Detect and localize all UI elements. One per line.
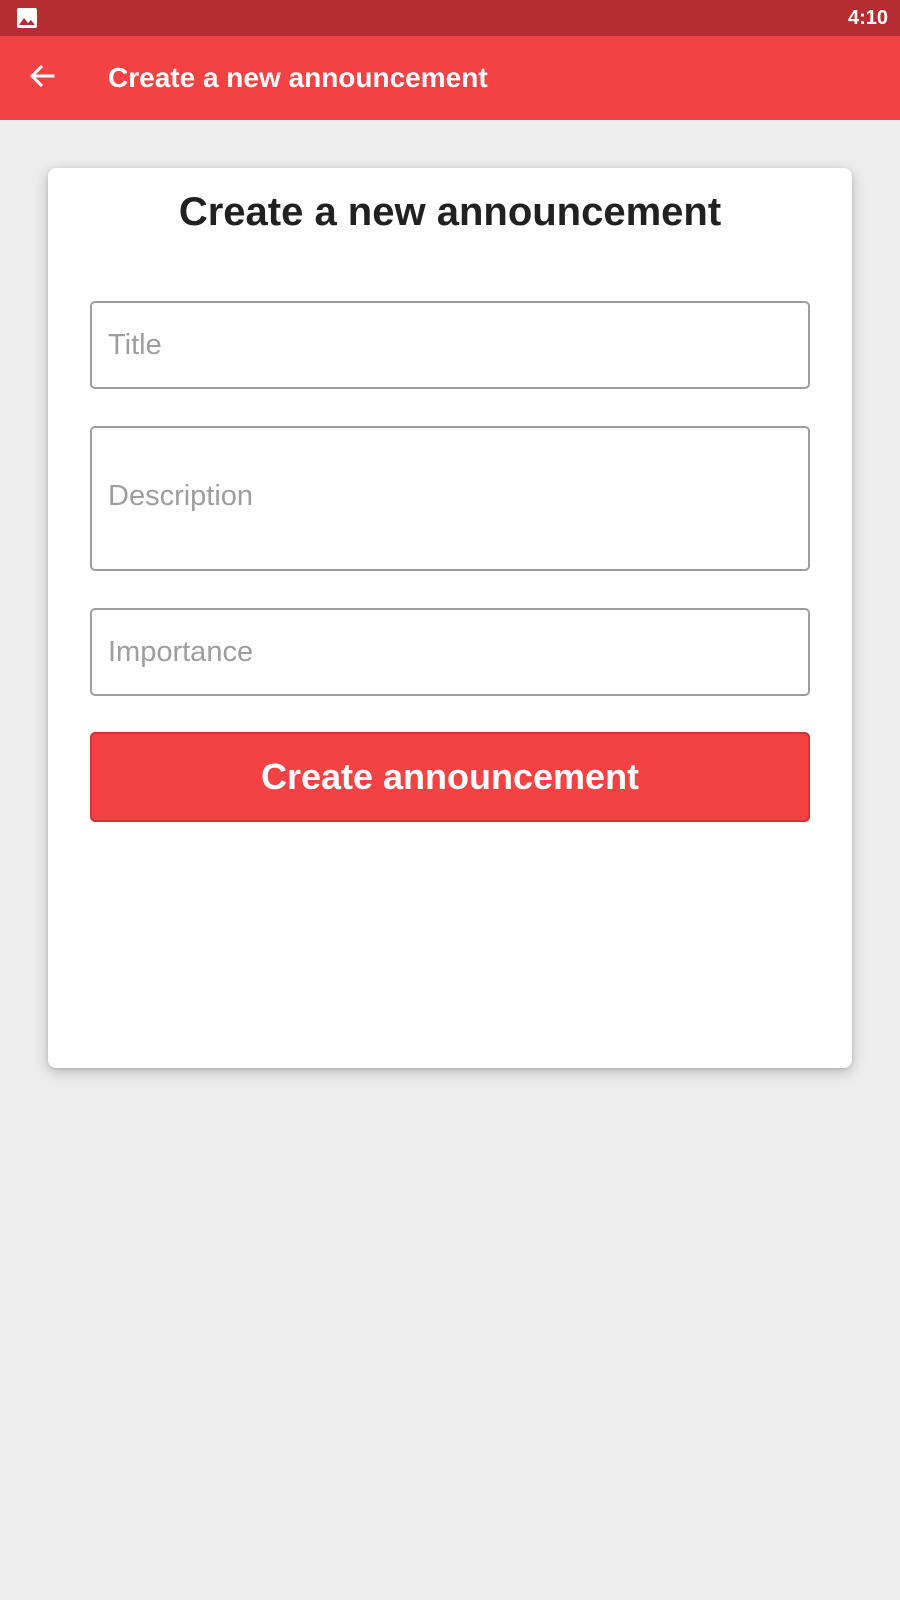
title-input[interactable] <box>90 301 810 389</box>
description-input[interactable] <box>90 426 810 571</box>
back-button[interactable] <box>0 36 84 120</box>
image-icon <box>16 7 38 29</box>
app-bar: Create a new announcement <box>0 36 900 120</box>
arrow-back-icon <box>28 62 56 95</box>
create-announcement-button[interactable]: Create announcement <box>90 732 810 822</box>
app-bar-title: Create a new announcement <box>108 62 488 93</box>
status-bar: 4:10 <box>0 0 900 36</box>
importance-input[interactable] <box>90 608 810 696</box>
announcement-form-card: Create a new announcement Create announc… <box>48 168 852 1068</box>
form-heading: Create a new announcement <box>178 190 722 234</box>
status-time: 4:10 <box>847 6 888 29</box>
